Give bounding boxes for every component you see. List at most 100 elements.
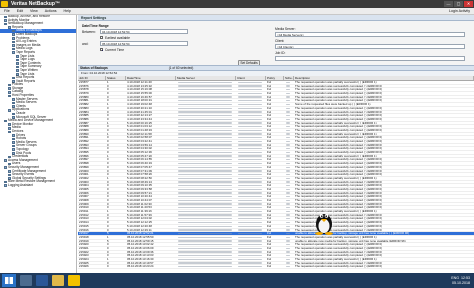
job-id-input[interactable] [275,56,465,61]
policy-cell: Ful [267,95,272,99]
policy-cell: Ful [267,224,272,228]
server-manager-icon[interactable] [20,275,32,286]
column-header[interactable]: Status [106,76,126,80]
job-id-cell: 215882 [79,103,89,106]
tree-item[interactable]: Logging Assistant [0,183,76,188]
policy-cell: Ful [267,250,272,254]
date-time-cell: 5.10.2018 07:31:09 [127,169,152,173]
earliest-available-checkbox[interactable] [100,36,103,39]
menu-view[interactable]: View [30,9,38,13]
schedule-cell [286,137,290,139]
policy-cell: Ful [267,258,272,261]
job-id-cell: 215922 [79,250,89,254]
tree-node-icon [12,98,15,101]
tree-node-icon [4,180,7,184]
job-id-cell: 215925 [79,261,89,265]
between-date-input[interactable]: 04.10.2018 12:52:54 [100,29,188,34]
job-id-cell: 215885 [79,114,89,117]
media-server-cell [178,103,232,106]
policy-cell: Ful [267,195,272,198]
window-controls: — ▢ ✕ [444,1,473,7]
media-server-cell [178,92,232,95]
menu-help[interactable]: Help [64,9,71,13]
tree-node-icon [8,108,11,112]
column-header[interactable]: Job ID [78,76,106,80]
powershell-icon[interactable] [36,275,48,286]
status-cell: 5 [107,232,109,235]
date-time-cell: 4.10.2018 19:02:48 [127,103,152,106]
job-id-cell: 215880 [79,95,89,99]
column-header[interactable]: Client [236,76,266,80]
description-cell: The requested operation was successfully… [295,151,383,154]
policy-cell: Ful [267,235,272,239]
client-cell [238,258,262,260]
job-id-cell: 215877 [79,81,89,84]
column-header[interactable]: Media Server [176,76,236,80]
client-cell [238,125,262,128]
and-date-input[interactable]: 05.10.2018 12:52:54 [100,41,188,46]
clock-time[interactable]: 12:53 [461,276,470,280]
start-button[interactable] [2,274,16,287]
description-cell: The requested operation was successfully… [295,243,383,246]
table-row[interactable]: 215926 0 05.10.2018 13:23:24 Ful The request… [78,265,474,270]
column-header[interactable]: Sche... [284,76,294,80]
client-select[interactable]: <All Clients> [275,44,465,49]
media-server-cell [178,137,232,139]
results-table: 215877 1 4.10.2018 12:11:40 Ful The requeste… [78,81,474,273]
media-server-cell [178,111,232,113]
status-cell: 1 [107,154,109,158]
current-time-checkbox[interactable] [100,48,103,51]
policy-cell: Ful [267,213,272,217]
minimize-button[interactable]: — [444,1,453,7]
client-cell [238,247,262,249]
client-cell [238,107,262,109]
media-server-select[interactable]: <All Media Servers> [275,32,465,37]
clock-date[interactable]: 05.10.2018 [451,281,470,285]
schedule-cell [286,118,290,120]
date-time-cell: 05.10.2018 13:13:03 [127,254,154,257]
job-id-cell: 215887 [79,121,89,125]
media-server-cell [178,118,232,120]
media-server-cell [178,96,232,98]
policy-cell: Ful [267,202,272,206]
job-id-cell: 215905 [79,187,89,191]
menu-edit[interactable]: Edit [17,9,23,13]
job-id-cell: 215892 [79,140,89,143]
tux-penguin-overlay-icon [315,214,333,235]
menu-actions[interactable]: Actions [45,9,57,13]
media-server-cell [178,100,232,102]
maximize-button[interactable]: ▢ [454,1,463,7]
date-time-cell: 4.10.2018 15:55:00 [127,92,152,95]
close-button[interactable]: ✕ [464,1,473,7]
tree-node-icon [12,33,15,37]
column-header[interactable]: Date/Time [126,76,176,80]
date-time-cell: 4.10.2018 18:00:31 [127,99,152,103]
schedule-cell [286,258,290,260]
description-cell: The requested operation was successfully… [295,162,383,165]
client-cell [238,218,262,220]
language-indicator[interactable]: ENG [451,276,459,280]
menu-file[interactable]: File [4,9,10,13]
client-cell [238,225,262,227]
policy-cell: Ful [267,191,272,195]
policy-cell: Ful [267,206,272,210]
login-activity-link[interactable]: Login Activity [449,9,470,13]
tree-node-icon [8,83,11,87]
job-id-cell: 215917 [79,232,89,235]
date-time-cell: 5.10.2018 06:40:19 [127,162,152,165]
netbackup-taskbar-icon[interactable] [68,275,80,286]
tree-node-icon [12,144,15,148]
policy-cell: Ful [267,136,272,139]
column-header[interactable]: Policy [266,76,284,80]
current-time-label: Current Time [105,47,125,52]
system-tray: ENG 12:53 05.10.2018 [451,276,470,285]
schedule-cell [286,100,290,102]
column-header[interactable]: Description [294,76,474,80]
client-cell [238,166,262,168]
status-cell: 0 [107,243,109,246]
job-id-cell: 215886 [79,117,89,121]
schedule-cell [286,114,290,117]
file-explorer-icon[interactable] [52,275,64,286]
media-server-cell [178,236,232,238]
schedule-cell [286,225,290,227]
